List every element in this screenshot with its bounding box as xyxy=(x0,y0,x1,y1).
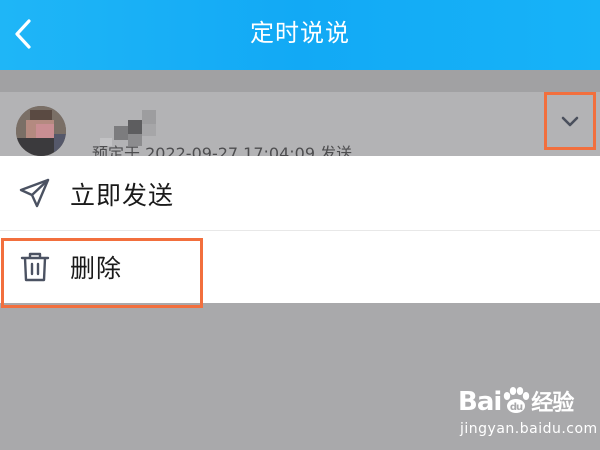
post-options-toggle[interactable] xyxy=(544,92,596,150)
watermark-url: jingyan.baidu.com xyxy=(460,421,598,437)
post-options-menu: 立即发送 删除 xyxy=(0,156,600,303)
baidu-jingyan-watermark: Bai du 经验 jingyan.baidu.com xyxy=(458,385,597,441)
paper-plane-icon xyxy=(19,178,50,208)
separator-band xyxy=(0,70,600,92)
app-header: 定时说说 xyxy=(0,0,600,70)
watermark-logo: Bai du 经验 xyxy=(458,387,574,417)
paw-icon: du xyxy=(504,387,530,413)
menu-item-label: 删除 xyxy=(70,254,123,283)
scheduled-post-row: 预定于 2022-09-27 17:04:09 发送 xyxy=(0,92,600,156)
menu-item-send-now[interactable]: 立即发送 xyxy=(0,156,600,231)
trash-icon xyxy=(20,252,50,282)
page-title: 定时说说 xyxy=(250,19,350,47)
menu-item-delete[interactable]: 删除 xyxy=(0,231,600,303)
username-mosaic xyxy=(92,110,164,146)
chevron-down-icon xyxy=(561,116,579,127)
avatar xyxy=(16,106,66,156)
svg-text:du: du xyxy=(510,402,523,413)
scheduled-time-text: 预定于 2022-09-27 17:04:09 发送 xyxy=(92,144,353,156)
menu-item-label: 立即发送 xyxy=(70,181,175,210)
